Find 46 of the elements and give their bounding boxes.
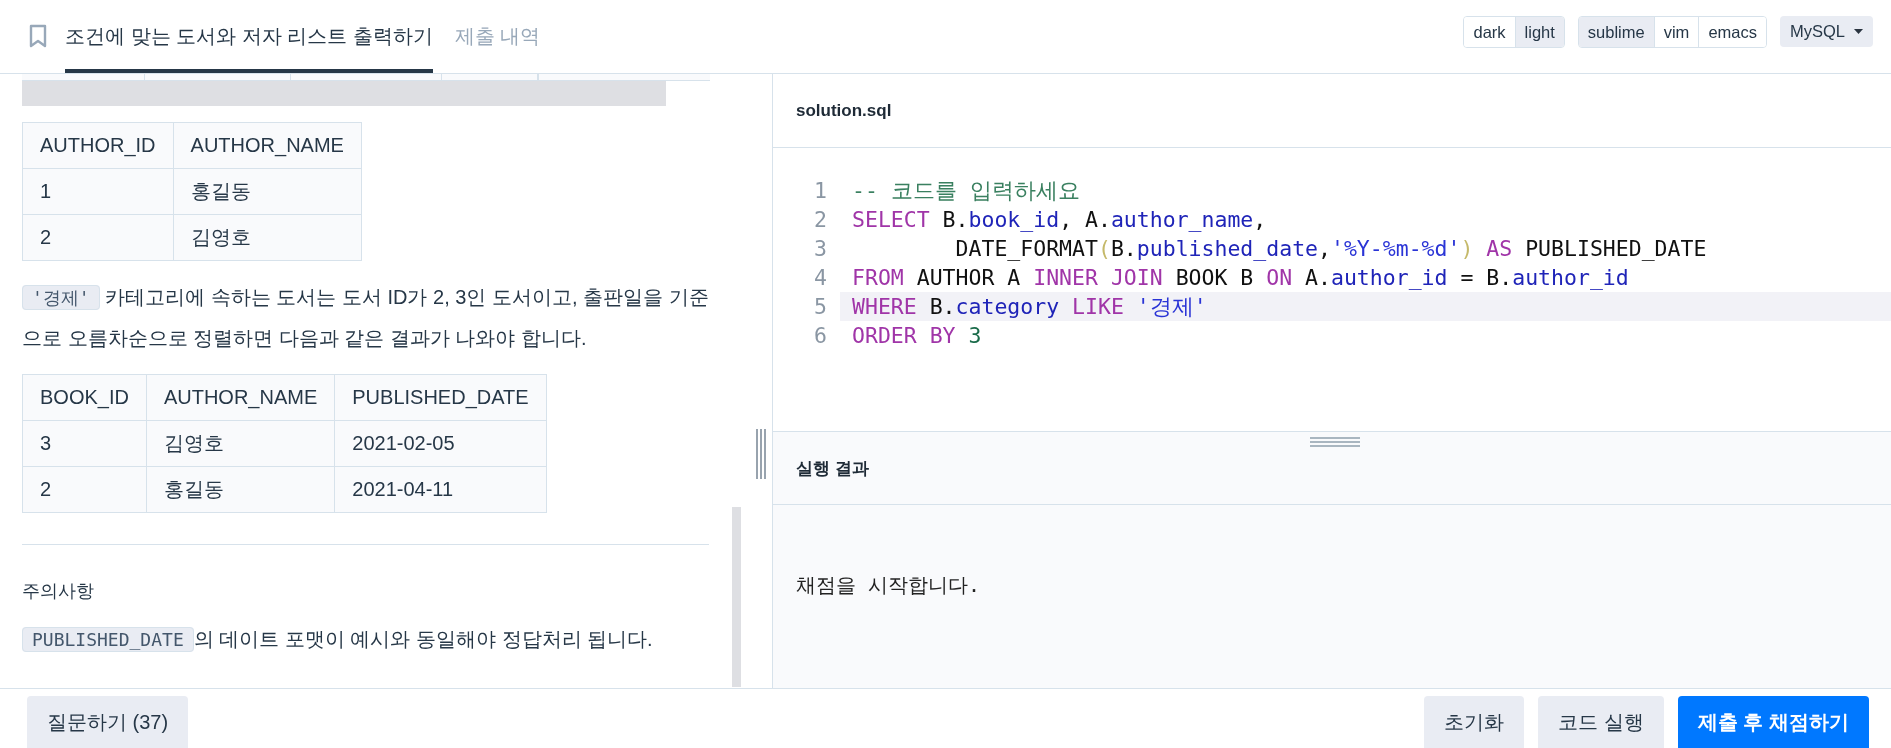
table-cell: 1: [22, 168, 174, 215]
toggle-option[interactable]: light: [1514, 17, 1564, 47]
output-text: 채점을 시작합니다.: [796, 573, 981, 597]
table-cell: 2: [22, 214, 174, 261]
table-header: AUTHOR_NAME: [173, 122, 362, 169]
file-name: solution.sql: [796, 100, 892, 121]
code-line: ORDER BY 3: [851, 323, 982, 348]
description-text: '경제' 카테고리에 속하는 도서는 도서 ID가 2, 3인 도서이고, 출판일을 기준으로 오름차순으로 정렬하면 다음과 같은 결과가 나와야 합니다.: [22, 284, 709, 351]
line-number: 4: [813, 264, 828, 292]
bookmark-icon[interactable]: [28, 23, 48, 48]
table-cell: 2021-02-05: [334, 420, 547, 467]
section-heading: 주의사항: [22, 580, 95, 603]
scrollbar[interactable]: [732, 507, 741, 687]
code-line: FROM AUTHOR A INNER JOIN BOOK B ON A.author_id = B.author_id: [851, 265, 1629, 290]
table-header: AUTHOR_NAME: [146, 374, 335, 421]
code-line: WHERE B.category LIKE '경제': [851, 293, 1207, 321]
resize-handle-icon[interactable]: [755, 429, 767, 479]
line-number: 2: [813, 206, 828, 234]
note-text: PUBLISHED_DATE 의 데이트 포맷이 예시와 동일해야 정답처리 됩니다.: [22, 619, 709, 660]
table-header: AUTHOR_ID: [22, 122, 174, 169]
table-cell: 홍길동: [173, 168, 362, 215]
drag-handle-icon[interactable]: [1310, 436, 1360, 448]
question-button[interactable]: 질문하기 (37): [27, 696, 189, 748]
code-line: SELECT B.book_id, A.author_name,: [851, 207, 1267, 232]
code-line: -- 코드를 입력하세요: [851, 177, 1080, 205]
table-cell: 2: [22, 466, 147, 513]
line-number: 3: [813, 235, 828, 263]
toggle-option[interactable]: sublime: [1578, 17, 1654, 47]
table-cell: 2021-04-11: [334, 466, 547, 513]
table-header: PUBLISHED_DATE: [334, 374, 547, 421]
action-button[interactable]: 코드 실행: [1538, 696, 1664, 748]
action-button[interactable]: 초기화: [1424, 696, 1525, 748]
table-cell: 김영호: [146, 420, 335, 467]
action-button[interactable]: 제출 후 채점하기: [1677, 696, 1869, 748]
table-header: BOOK_ID: [22, 374, 147, 421]
table-cell: 김영호: [173, 214, 362, 261]
toggle-option[interactable]: emacs: [1698, 17, 1766, 47]
table-cell: 3: [22, 420, 147, 467]
table-cell: 홍길동: [146, 466, 335, 513]
panel-title: 실행 결과: [796, 457, 869, 480]
line-number: 1: [813, 177, 828, 205]
scrollbar[interactable]: [22, 81, 666, 106]
caret-icon: [1854, 29, 1863, 34]
code-line: DATE_FORMAT(B.published_date,'%Y-%m-%d') AS PUBLISHED_DATE: [954, 236, 1707, 261]
language-dropdown[interactable]: MySQL: [1780, 16, 1873, 47]
line-number: 6: [813, 322, 828, 350]
